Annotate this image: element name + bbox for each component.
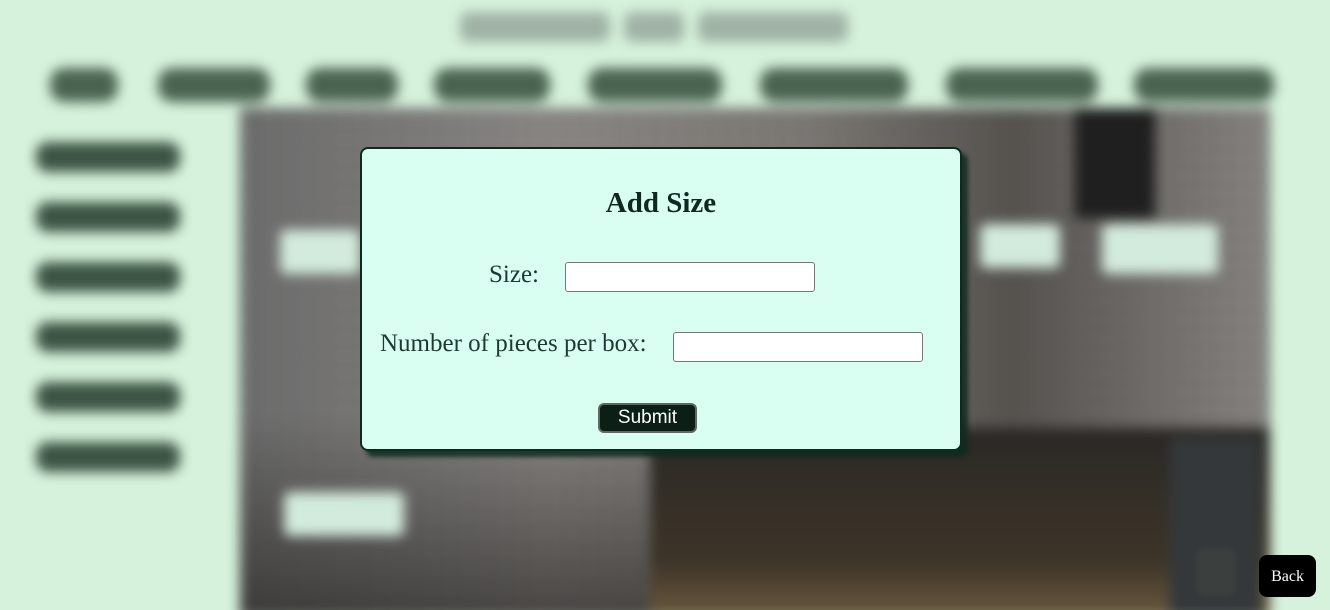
background-image-light-panel <box>1102 224 1218 274</box>
pieces-per-box-input[interactable] <box>673 332 923 362</box>
background-sidebar-button <box>36 262 180 292</box>
background-nav-button <box>306 68 398 102</box>
page: Add Size Size: Number of pieces per box:… <box>0 0 1330 610</box>
background-nav-button <box>946 68 1098 102</box>
pieces-per-box-label: Number of pieces per box: <box>380 330 647 357</box>
background-sidebar-button <box>36 202 180 232</box>
submit-button[interactable]: Submit <box>598 403 697 433</box>
background-sidebar-button <box>36 322 180 352</box>
background-page-title <box>460 4 860 48</box>
background-sidebar-button <box>36 382 180 412</box>
background-nav-button <box>434 68 550 102</box>
background-sidebar-button <box>36 442 180 472</box>
background-image-dark-column <box>1075 108 1155 218</box>
size-input[interactable] <box>565 262 815 292</box>
background-image-light-panel <box>284 492 404 536</box>
background-nav-button <box>158 68 270 102</box>
background-image-light-panel <box>280 230 360 274</box>
modal-title: Add Size <box>605 187 717 219</box>
background-nav-button <box>588 68 722 102</box>
background-image-light-panel <box>980 224 1060 268</box>
background-sidebar-button <box>36 142 180 172</box>
size-label: Size: <box>489 261 539 288</box>
add-size-modal: Add Size Size: Number of pieces per box:… <box>360 147 962 451</box>
back-button[interactable]: Back <box>1259 555 1316 597</box>
background-nav-button <box>1134 68 1274 102</box>
background-nav-button <box>50 68 118 102</box>
background-blurred-widget <box>1196 548 1236 596</box>
background-nav-button <box>760 68 908 102</box>
